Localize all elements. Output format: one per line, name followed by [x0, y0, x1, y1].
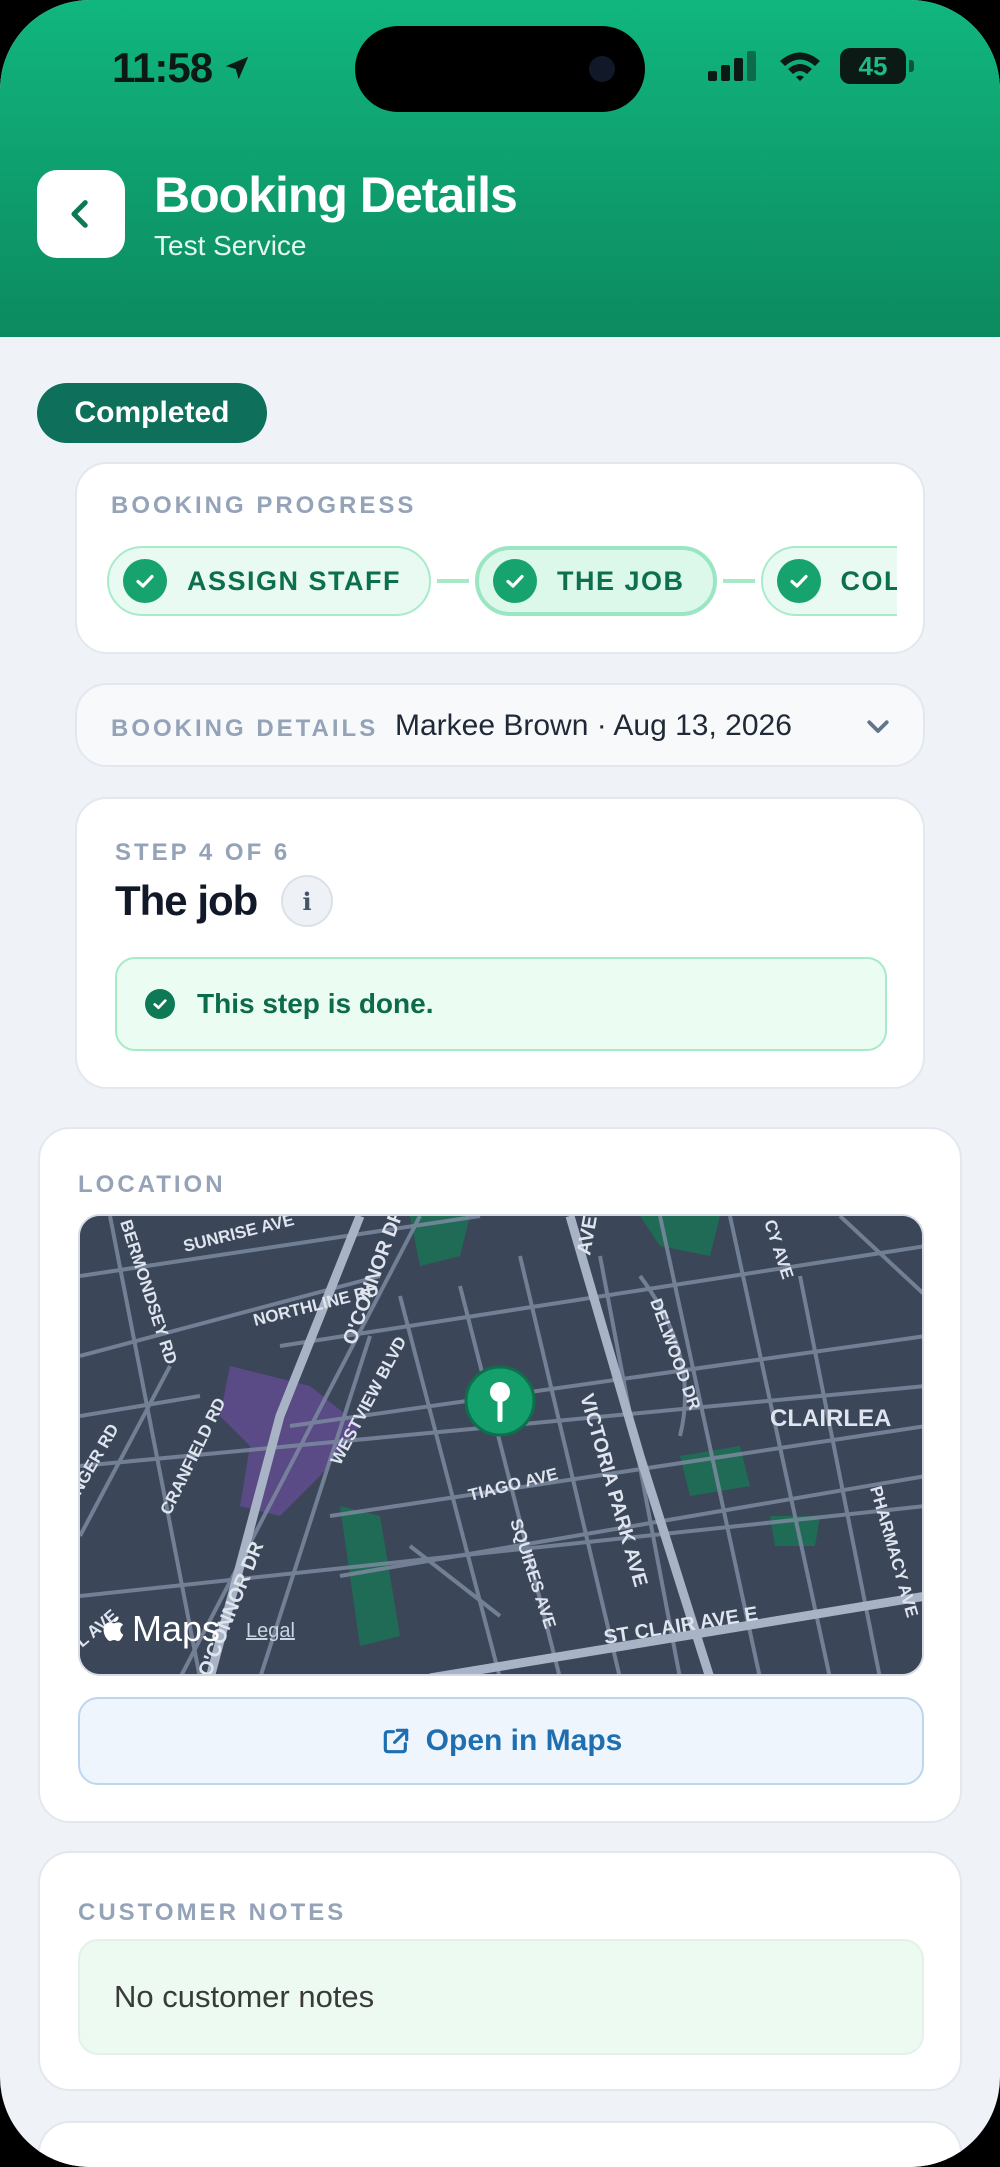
customer-notes-label: CUSTOMER NOTES	[78, 1899, 347, 1926]
progress-step-the-job[interactable]: THE JOB	[475, 546, 717, 616]
status-badge: Completed	[37, 383, 267, 443]
status-time: 11:58	[112, 44, 252, 92]
check-circle-icon	[145, 989, 175, 1019]
step-done-text: This step is done.	[197, 988, 434, 1019]
check-circle-icon	[776, 559, 821, 603]
page-subtitle: Test Service	[154, 230, 307, 261]
check-circle-icon	[493, 559, 538, 603]
apple-icon	[103, 1616, 124, 1641]
apple-maps-logo: Maps	[102, 1608, 220, 1650]
camera-icon	[589, 56, 615, 82]
chevron-down-icon	[867, 720, 889, 733]
step-title: The job	[115, 877, 258, 924]
next-section-card	[38, 2121, 962, 2167]
location-map[interactable]: SUNRISE AVE BERMONDSEY RD NORTHLINE RD O…	[78, 1214, 924, 1676]
location-arrow-icon	[225, 56, 249, 80]
progress-step-assign-staff[interactable]: ASSIGN STAFF	[107, 546, 432, 616]
info-icon[interactable]: i	[281, 875, 333, 927]
cellular-signal-icon	[708, 51, 756, 81]
page-title: Booking Details	[154, 167, 518, 223]
map-streets: SUNRISE AVE BERMONDSEY RD NORTHLINE RD O…	[80, 1216, 922, 1674]
open-in-maps-button[interactable]: Open in Maps	[78, 1697, 924, 1785]
chevron-left-icon	[71, 200, 88, 228]
open-in-maps-label: Open in Maps	[425, 1724, 623, 1757]
header: 11:58 45 Booking Details Test Service	[0, 0, 1000, 337]
step-connector	[722, 579, 755, 583]
progress-steps[interactable]: ASSIGN STAFF THE JOB COLLECT	[107, 546, 897, 622]
step-counter: STEP 4 OF 6	[115, 839, 291, 866]
status-time-text: 11:58	[112, 44, 213, 91]
progress-step-collect[interactable]: COLLECT	[760, 546, 897, 616]
app-screen: 11:58 45 Booking Details Test Service Co…	[0, 0, 1000, 2167]
progress-step-label: THE JOB	[557, 565, 685, 596]
progress-step-label: COLLECT	[840, 565, 897, 596]
back-button[interactable]	[37, 170, 125, 258]
booking-details-toggle[interactable]: BOOKING DETAILS Markee Brown · Aug 13, 2…	[75, 683, 925, 767]
maps-logo-text: Maps	[132, 1608, 221, 1649]
location-card: LOCATION SUNRISE AVE BERMONDSEY RD NORTH…	[38, 1127, 962, 1823]
customer-notes-card: CUSTOMER NOTES No customer notes	[38, 1851, 962, 2091]
booking-details-label: BOOKING DETAILS	[111, 715, 379, 742]
progress-step-label: ASSIGN STAFF	[187, 565, 402, 596]
status-indicators: 45	[708, 48, 914, 84]
step-done-message: This step is done.	[115, 957, 887, 1051]
customer-notes-box: No customer notes	[78, 1939, 924, 2055]
maps-legal-link[interactable]: Legal	[246, 1620, 295, 1643]
booking-progress-label: BOOKING PROGRESS	[111, 492, 417, 519]
battery-level: 45	[858, 50, 888, 81]
battery-icon: 45	[840, 48, 914, 84]
check-circle-icon	[123, 559, 167, 603]
current-step-card: STEP 4 OF 6 The job i This step is done.	[75, 797, 925, 1089]
wifi-icon	[780, 52, 820, 81]
map-label: CLAIRLEA	[770, 1405, 891, 1432]
step-connector	[437, 579, 470, 583]
external-link-icon	[383, 1728, 408, 1754]
customer-notes-text: No customer notes	[114, 1979, 375, 2014]
map-pin-icon[interactable]	[464, 1365, 536, 1437]
booking-progress-card: BOOKING PROGRESS ASSIGN STAFF THE JOB CO…	[75, 462, 925, 654]
location-label: LOCATION	[78, 1171, 226, 1198]
dynamic-island	[355, 26, 645, 112]
booking-details-summary: Markee Brown · Aug 13, 2026	[395, 709, 792, 742]
